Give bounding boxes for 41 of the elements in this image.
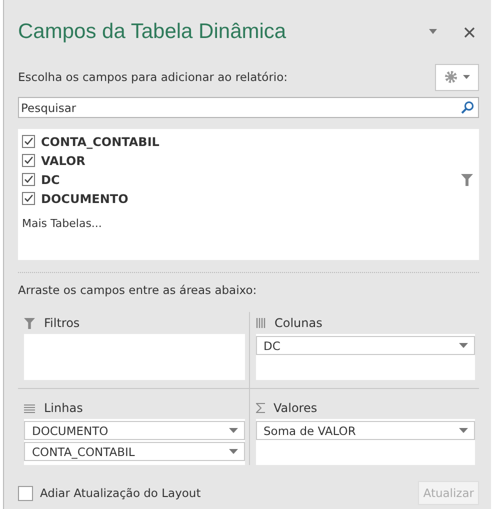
drop-area[interactable]: Soma de VALOR [256, 419, 475, 465]
rows-icon [24, 404, 35, 412]
caret-icon [459, 428, 468, 433]
field-label[interactable]: DOCUMENTO [41, 192, 475, 206]
field-label[interactable]: CONTA_CONTABIL [41, 134, 475, 148]
search-icon [461, 101, 474, 114]
caret-icon [228, 428, 238, 433]
checkbox[interactable] [22, 154, 35, 167]
tools-button[interactable] [435, 64, 479, 90]
instruction-text: Escolha os campos para adicionar ao relatório: [18, 70, 288, 84]
dropdown-icon[interactable] [428, 29, 438, 35]
drop-area[interactable]: DC [256, 334, 475, 380]
area-label: Linhas [44, 401, 83, 415]
checkbox[interactable] [18, 486, 33, 500]
field-label[interactable]: VALOR [41, 154, 475, 168]
columns-icon [256, 318, 266, 328]
close-icon[interactable] [464, 26, 475, 38]
more-tables-link[interactable]: Mais Tabelas... [22, 217, 102, 230]
caret-icon [463, 75, 470, 79]
checkbox[interactable] [22, 135, 35, 148]
field-label[interactable]: DC [41, 172, 455, 186]
field-dropdown[interactable]: CONTA_CONTABIL [24, 442, 244, 461]
area-label: Colunas [274, 316, 322, 330]
sigma-icon [256, 403, 264, 413]
area-label: Valores [274, 401, 318, 415]
pane-title: Campos da Tabela Dinâmica [18, 20, 288, 44]
filter-icon [24, 318, 35, 328]
checkbox[interactable] [22, 173, 35, 186]
gear-icon [444, 70, 458, 84]
area-label: Filtros [44, 316, 80, 330]
drop-area[interactable]: DOCUMENTO CONTA_CONTABIL [24, 419, 244, 465]
filter-icon[interactable] [461, 174, 473, 186]
field-dropdown[interactable]: DC [256, 336, 475, 355]
caret-icon [228, 449, 238, 454]
checkbox-label[interactable]: Adiar Atualização do Layout [40, 486, 201, 500]
search-field[interactable]: Pesquisar [18, 97, 479, 118]
caret-icon [459, 343, 468, 348]
instruction-text: Arraste os campos entre as áreas abaixo: [18, 283, 258, 297]
field-dropdown[interactable]: Soma de VALOR [256, 421, 475, 440]
field-dropdown[interactable]: DOCUMENTO [24, 421, 244, 440]
checkbox[interactable] [22, 192, 35, 205]
